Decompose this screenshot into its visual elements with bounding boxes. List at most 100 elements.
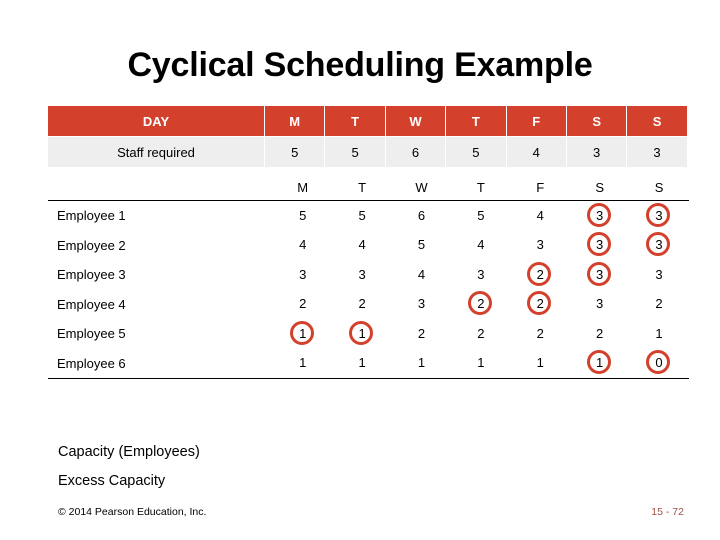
schedule-cell: 5 [332,201,391,231]
staff-required-sat: 3 [566,136,628,167]
circled-value: 1 [349,320,375,347]
value: 2 [417,325,426,341]
table-row: Employee 6 1 1 1 1 1 1 0 [48,348,689,379]
day-header-thu: T [445,106,507,137]
schedule-cell: 2 [629,290,688,320]
grid-day-header-label [48,174,273,201]
circled-value: 3 [586,261,613,288]
grid-day-mon: M [273,174,333,201]
value: 4 [477,237,485,253]
schedule-cell: 3 [570,201,629,231]
value: 4 [417,266,426,282]
employee-name: Employee 6 [48,348,273,379]
schedule-cell: 1 [332,348,392,379]
schedule-cell: 3 [570,260,629,290]
staff-required-mon: 5 [264,136,326,167]
table-row: Employee 4 2 2 3 2 2 3 2 [48,290,689,320]
value: 3 [596,296,604,312]
table-row: Employee 1 5 5 6 5 4 3 3 [48,201,689,231]
circled-value: 2 [467,291,494,317]
schedule-cell: 1 [273,348,333,379]
employee-name: Employee 4 [57,296,126,312]
day-header-fri: F [506,106,567,137]
employee-name: Employee 1 [57,208,126,224]
table-row: Employee 3 3 3 4 3 2 3 3 [48,260,689,290]
schedule-cell: 1 [569,348,630,379]
schedule-cell: 3 [570,231,629,261]
schedule-cell: 3 [332,260,391,290]
schedule-cell: 0 [629,348,689,379]
grid-day-fri: F [510,174,570,201]
schedule-cell: 1 [629,319,688,349]
day-header-tue: T [324,106,386,137]
value: 2 [358,296,366,312]
staff-required-fri: 4 [506,136,567,167]
schedule-cell: 4 [332,231,391,261]
value: 1 [655,325,663,341]
circled-value: 3 [646,202,672,229]
schedule-cell: 5 [451,201,510,231]
schedule-cell: 3 [629,260,688,290]
value: 2 [596,325,604,341]
staff-required-thu: 5 [445,136,507,167]
day-header-sat: S [566,106,628,137]
schedule-cell: 2 [511,290,570,320]
value: 5 [417,237,426,253]
value: 4 [299,237,307,253]
value: 3 [477,266,485,282]
value: 1 [536,355,544,371]
excess-capacity-label: Excess Capacity [58,473,166,489]
value: 2 [299,296,307,312]
circled-value: 1 [289,320,316,347]
value: 1 [299,355,307,371]
schedule-cell: 2 [273,290,332,320]
staff-required-label: Staff required [48,136,265,167]
page-number: 15 - 72 [651,506,684,518]
value: 3 [358,266,366,282]
schedule-cell: 1 [510,348,570,379]
value: 4 [536,207,544,223]
day-header-mon: M [264,106,326,137]
schedule-cell: 6 [392,201,451,231]
value: 1 [477,355,485,371]
value: 3 [655,266,663,282]
circled-value: 1 [586,350,613,376]
value: 2 [655,296,663,312]
table-row-day-header: DAY M T W T F S S [48,106,687,137]
circled-value: 2 [527,291,553,317]
schedule-cell: 1 [391,348,452,379]
day-header-sun: S [626,106,687,137]
schedule-cell: 2 [570,319,629,349]
schedule-cell: 5 [392,231,451,261]
value: 3 [536,237,544,253]
schedule-cell: 3 [392,290,451,320]
staff-required-tue: 5 [324,136,386,167]
staff-requirement-table: DAY M T W T F S S Staff required 5 5 6 5… [48,106,687,167]
schedule-cell: 2 [332,290,391,320]
schedule-cell: 4 [273,231,332,261]
table-row-staff-required: Staff required 5 5 6 5 4 3 3 [48,136,687,167]
table-row-grid-day-header: M T W T F S S [48,174,689,201]
schedule-cell: 3 [273,260,332,290]
table-row: Employee 2 4 4 5 4 3 3 3 [48,231,689,261]
circled-value: 2 [527,261,553,288]
table-row: Employee 5 1 1 2 2 2 2 1 [48,319,689,349]
copyright-notice: © 2014 Pearson Education, Inc. [58,506,207,518]
grid-day-thu: T [451,174,511,201]
employee-name: Employee 5 [57,326,126,342]
staff-required-wed: 6 [385,136,447,167]
value: 6 [417,207,426,223]
employee-name: Employee 2 [57,237,126,253]
schedule-cell: 4 [451,231,510,261]
circled-value: 3 [586,202,613,229]
value: 1 [417,355,426,371]
schedule-cell: 1 [273,319,332,349]
grid-day-sat: S [569,174,630,201]
value: 4 [358,237,366,253]
schedule-cell: 4 [392,260,451,290]
schedule-cell: 2 [392,319,451,349]
slide-canvas: Cyclical Scheduling Example DAY M T W T … [0,0,720,540]
page-title: Cyclical Scheduling Example [127,46,593,84]
circled-value: 0 [646,350,672,376]
employee-name: Employee 3 [57,267,126,283]
